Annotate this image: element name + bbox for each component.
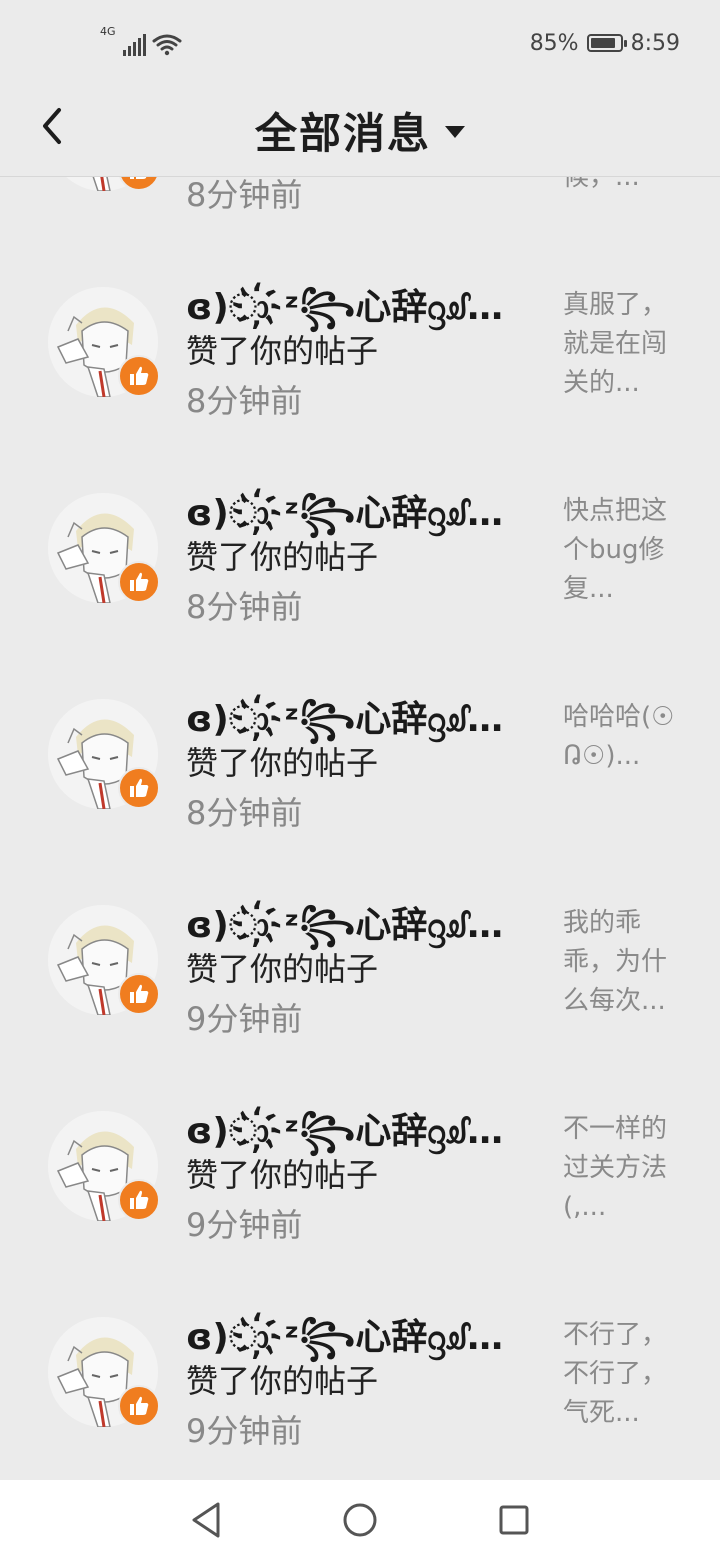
timestamp: 9分钟前 bbox=[186, 1000, 303, 1038]
notification-item[interactable]: ɞ)ා҉ᶻ꧂心辞ᦋᦾ拍照片赞了你的帖子9分钟前我的乖乖，为什么每次... bbox=[0, 848, 720, 1054]
action-text: 赞了你的帖子 bbox=[186, 332, 379, 370]
notification-item[interactable]: ɞ)ා҉ᶻ꧂心辞ᦋᦾ拍照片赞了你的帖子9分钟前不行了，不行了，气死... bbox=[0, 1260, 720, 1466]
post-preview[interactable]: 快点把这个bug修复... bbox=[563, 492, 688, 609]
action-text: 赞了你的帖子 bbox=[186, 744, 379, 782]
network-type: 4G bbox=[100, 25, 116, 38]
battery-percent: 85% bbox=[529, 30, 579, 56]
wifi-icon bbox=[152, 34, 182, 56]
post-preview[interactable]: ，在闯关的时候，... bbox=[563, 177, 688, 197]
notification-item[interactable]: ɞ)ා҉ᶻ꧂心辞ᦋᦾ拍照片赞了你的帖子8分钟前真服了，就是在闯关的... bbox=[0, 230, 720, 436]
title-dropdown[interactable]: 全部消息 bbox=[0, 84, 720, 176]
thumbs-up-icon bbox=[118, 767, 160, 809]
caret-down-icon bbox=[445, 126, 465, 138]
thumbs-up-icon bbox=[118, 973, 160, 1015]
post-preview[interactable]: 哈哈哈(☉ᕡ☉)... bbox=[563, 698, 688, 776]
square-recents-icon bbox=[499, 1505, 529, 1535]
thumbs-up-icon bbox=[118, 561, 160, 603]
page-title: 全部消息 bbox=[254, 108, 431, 158]
battery-fill bbox=[590, 38, 615, 48]
notification-items: ɞ)ා҉ᶻ꧂心辞ᦋᦾ拍照片赞了你的帖子8分钟前，在闯关的时候，...ɞ)ා҉ᶻ꧂… bbox=[0, 177, 720, 1466]
notification-item[interactable]: ɞ)ා҉ᶻ꧂心辞ᦋᦾ拍照片赞了你的帖子9分钟前不一样的过关方法(,... bbox=[0, 1054, 720, 1260]
screen: 4G 85% 8:59 全部消息 8分钟前 候，... ɞ)ා҉ᶻ꧂心辞ᦋᦾ拍 … bbox=[0, 0, 720, 1560]
timestamp: 8分钟前 bbox=[186, 177, 303, 214]
timestamp: 8分钟前 bbox=[186, 794, 303, 832]
signal-icon bbox=[122, 34, 146, 56]
notification-item[interactable]: ɞ)ා҉ᶻ꧂心辞ᦋᦾ拍照片赞了你的帖子8分钟前快点把这个bug修复... bbox=[0, 436, 720, 642]
nav-recents-button[interactable] bbox=[492, 1498, 536, 1542]
thumbs-up-icon bbox=[118, 355, 160, 397]
status-right: 85% 8:59 bbox=[530, 28, 680, 58]
header: 全部消息 bbox=[0, 84, 720, 177]
nav-home-button[interactable] bbox=[338, 1498, 382, 1542]
triangle-back-icon bbox=[192, 1502, 220, 1538]
post-preview[interactable]: 我的乖乖，为什么每次... bbox=[563, 904, 688, 1021]
timestamp: 9分钟前 bbox=[186, 1412, 303, 1450]
notification-list[interactable]: ɞ)ා҉ᶻ꧂心辞ᦋᦾ拍照片赞了你的帖子8分钟前，在闯关的时候，...ɞ)ා҉ᶻ꧂… bbox=[0, 177, 720, 1480]
nav-back-button[interactable] bbox=[184, 1498, 228, 1542]
thumbs-up-icon bbox=[118, 1385, 160, 1427]
action-text: 赞了你的帖子 bbox=[186, 950, 379, 988]
battery-icon bbox=[586, 34, 627, 52]
clock: 8:59 bbox=[630, 30, 680, 56]
thumbs-up-icon bbox=[118, 1179, 160, 1221]
notification-item[interactable]: ɞ)ා҉ᶻ꧂心辞ᦋᦾ拍照片赞了你的帖子8分钟前，在闯关的时候，... bbox=[0, 177, 720, 230]
post-preview[interactable]: 不行了，不行了，气死... bbox=[563, 1316, 688, 1433]
timestamp: 8分钟前 bbox=[186, 588, 303, 626]
notification-item[interactable]: ɞ)ා҉ᶻ꧂心辞ᦋᦾ拍照片赞了你的帖子8分钟前哈哈哈(☉ᕡ☉)... bbox=[0, 642, 720, 848]
timestamp: 9分钟前 bbox=[186, 1206, 303, 1244]
action-text: 赞了你的帖子 bbox=[186, 1156, 379, 1194]
post-preview[interactable]: 不一样的过关方法(,... bbox=[563, 1110, 688, 1227]
action-text: 赞了你的帖子 bbox=[186, 1362, 379, 1400]
system-nav-bar bbox=[0, 1480, 720, 1560]
timestamp: 8分钟前 bbox=[186, 382, 303, 420]
post-preview[interactable]: 真服了，就是在闯关的... bbox=[563, 286, 688, 403]
action-text: 赞了你的帖子 bbox=[186, 538, 379, 576]
status-left: 4G bbox=[100, 26, 182, 56]
circle-home-icon bbox=[343, 1503, 377, 1537]
status-bar: 4G 85% 8:59 bbox=[0, 0, 720, 84]
